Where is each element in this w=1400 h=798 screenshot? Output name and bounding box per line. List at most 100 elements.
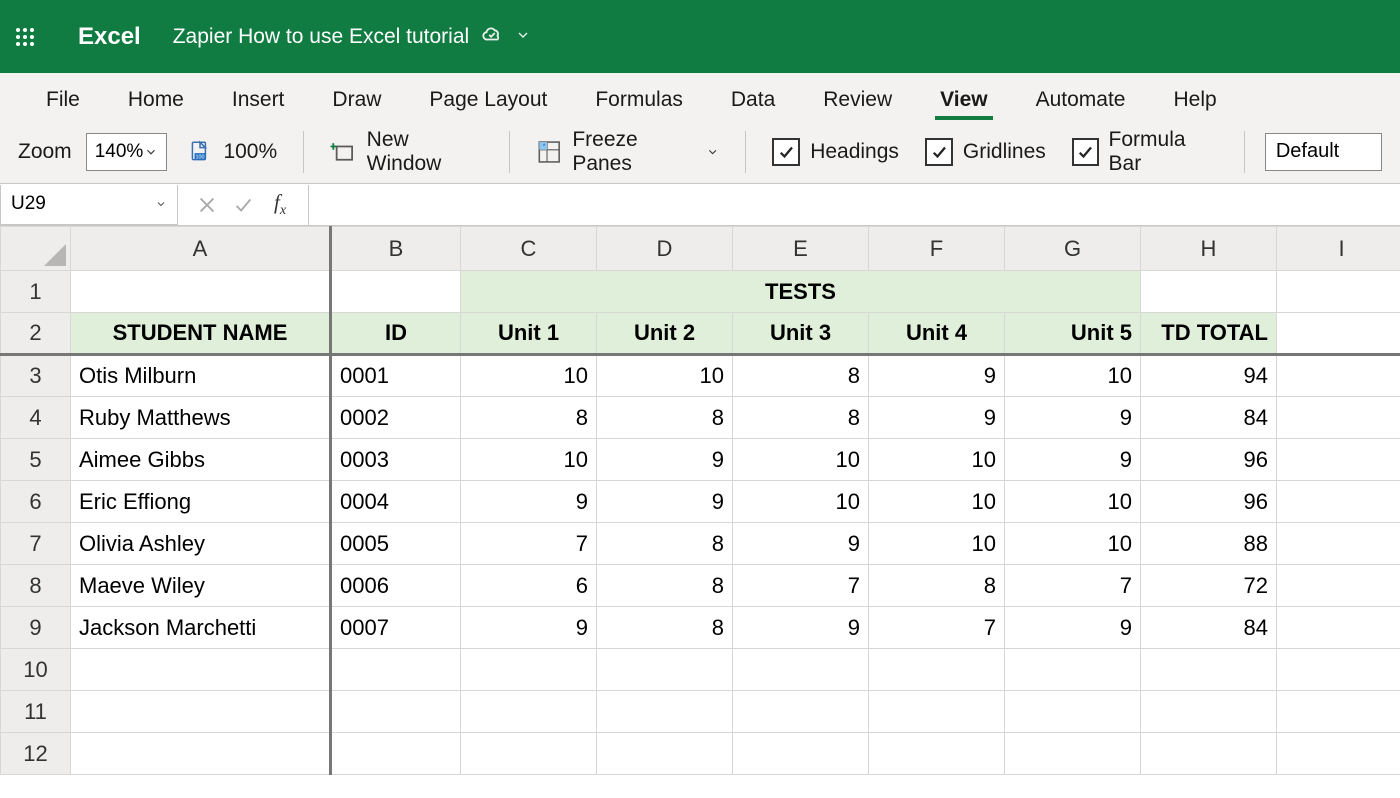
cell-D5[interactable]: 9 [597,439,733,481]
row-header-3[interactable]: 3 [1,355,71,397]
spreadsheet-grid[interactable]: A B C D E F G H I 1 TESTS 2 STUDENT NAME… [0,226,1400,775]
cell-E8[interactable]: 7 [733,565,869,607]
tab-home[interactable]: Home [104,78,208,120]
cell-I9[interactable] [1277,607,1400,649]
tab-formulas[interactable]: Formulas [571,78,707,120]
tab-review[interactable]: Review [799,78,916,120]
headings-toggle[interactable]: Headings [766,133,905,171]
cell-A3[interactable]: Otis Milburn [71,355,331,397]
cell-E2[interactable]: Unit 3 [733,313,869,355]
cell-A2[interactable]: STUDENT NAME [71,313,331,355]
col-header-E[interactable]: E [733,227,869,271]
cell-B11[interactable] [331,691,461,733]
formula-input[interactable] [308,185,1400,225]
cell-I8[interactable] [1277,565,1400,607]
cell-H2[interactable]: TD TOTAL [1141,313,1277,355]
col-header-B[interactable]: B [331,227,461,271]
cell-C10[interactable] [461,649,597,691]
freeze-panes-button[interactable]: * Freeze Panes [530,133,725,171]
cell-E9[interactable]: 9 [733,607,869,649]
cell-B6[interactable]: 0004 [331,481,461,523]
cell-D8[interactable]: 8 [597,565,733,607]
cell-C1-G1-merged[interactable]: TESTS [461,271,1141,313]
cell-I6[interactable] [1277,481,1400,523]
col-header-C[interactable]: C [461,227,597,271]
tab-page-layout[interactable]: Page Layout [405,78,571,120]
col-header-D[interactable]: D [597,227,733,271]
cell-C4[interactable]: 8 [461,397,597,439]
cell-I10[interactable] [1277,649,1400,691]
cell-B7[interactable]: 0005 [331,523,461,565]
row-header-11[interactable]: 11 [1,691,71,733]
row-header-1[interactable]: 1 [1,271,71,313]
cell-H3[interactable]: 94 [1141,355,1277,397]
cell-B2[interactable]: ID [331,313,461,355]
cell-G6[interactable]: 10 [1005,481,1141,523]
col-header-I[interactable]: I [1277,227,1400,271]
cell-E12[interactable] [733,733,869,775]
cell-A11[interactable] [71,691,331,733]
row-header-4[interactable]: 4 [1,397,71,439]
cell-B10[interactable] [331,649,461,691]
cell-C6[interactable]: 9 [461,481,597,523]
cell-A9[interactable]: Jackson Marchetti [71,607,331,649]
row-header-6[interactable]: 6 [1,481,71,523]
cell-F12[interactable] [869,733,1005,775]
cell-B12[interactable] [331,733,461,775]
row-header-9[interactable]: 9 [1,607,71,649]
cell-G3[interactable]: 10 [1005,355,1141,397]
cell-I2[interactable] [1277,313,1400,355]
cell-C11[interactable] [461,691,597,733]
cell-D10[interactable] [597,649,733,691]
cell-F2[interactable]: Unit 4 [869,313,1005,355]
col-header-A[interactable]: A [71,227,331,271]
cell-F5[interactable]: 10 [869,439,1005,481]
cell-B5[interactable]: 0003 [331,439,461,481]
cell-D3[interactable]: 10 [597,355,733,397]
cell-F7[interactable]: 10 [869,523,1005,565]
tab-insert[interactable]: Insert [208,78,309,120]
cell-A4[interactable]: Ruby Matthews [71,397,331,439]
cell-H11[interactable] [1141,691,1277,733]
cell-G11[interactable] [1005,691,1141,733]
cell-I4[interactable] [1277,397,1400,439]
cell-E11[interactable] [733,691,869,733]
cell-I11[interactable] [1277,691,1400,733]
cell-I7[interactable] [1277,523,1400,565]
cell-C2[interactable]: Unit 1 [461,313,597,355]
cell-C8[interactable]: 6 [461,565,597,607]
tab-view[interactable]: View [916,78,1011,120]
cell-E10[interactable] [733,649,869,691]
zoom-100-button[interactable]: 100 100% [181,133,283,171]
col-header-H[interactable]: H [1141,227,1277,271]
cell-A12[interactable] [71,733,331,775]
app-name[interactable]: Excel [78,23,141,51]
cell-C7[interactable]: 7 [461,523,597,565]
gridlines-toggle[interactable]: Gridlines [919,133,1052,171]
cancel-formula-button[interactable] [196,194,218,216]
cell-D11[interactable] [597,691,733,733]
cell-F8[interactable]: 8 [869,565,1005,607]
cell-H5[interactable]: 96 [1141,439,1277,481]
cell-I1[interactable] [1277,271,1400,313]
row-header-5[interactable]: 5 [1,439,71,481]
tab-data[interactable]: Data [707,78,799,120]
cell-C3[interactable]: 10 [461,355,597,397]
name-box[interactable]: U29 [0,185,178,225]
new-window-button[interactable]: New Window [324,133,489,171]
cell-B4[interactable]: 0002 [331,397,461,439]
cell-A1[interactable] [71,271,331,313]
tab-help[interactable]: Help [1149,78,1240,120]
row-header-7[interactable]: 7 [1,523,71,565]
row-header-10[interactable]: 10 [1,649,71,691]
cell-A6[interactable]: Eric Effiong [71,481,331,523]
sheet-view-mode[interactable]: Default [1265,133,1382,171]
cell-E4[interactable]: 8 [733,397,869,439]
select-all-corner[interactable] [1,227,71,271]
cell-G4[interactable]: 9 [1005,397,1141,439]
cell-G8[interactable]: 7 [1005,565,1141,607]
chevron-down-icon[interactable] [515,25,531,49]
cell-D7[interactable]: 8 [597,523,733,565]
fx-icon[interactable]: fx [274,190,286,219]
cell-I5[interactable] [1277,439,1400,481]
